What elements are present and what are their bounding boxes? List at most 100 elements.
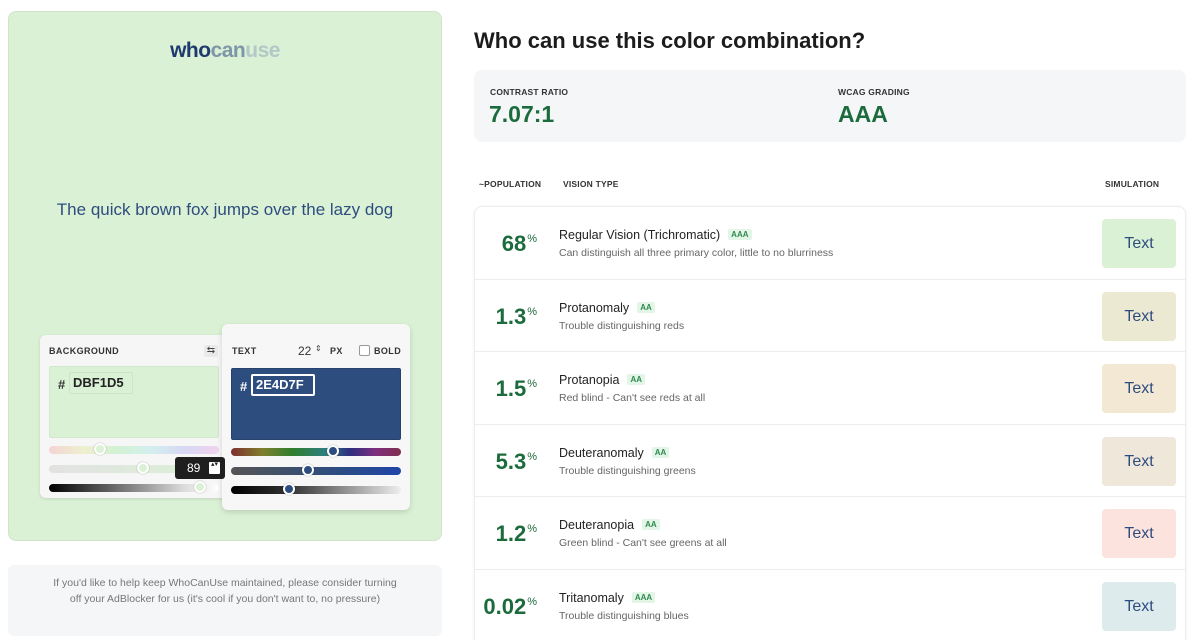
wcag-grade-badge: AA — [627, 374, 646, 385]
contrast-summary: CONTRAST RATIO 7.07:1 WCAG GRADING AAA — [474, 70, 1186, 142]
logo[interactable]: whocanuse — [9, 39, 441, 63]
lightness-slider-thumb[interactable] — [194, 481, 207, 493]
background-hue-slider[interactable] — [49, 443, 219, 455]
population-value: 1.3 — [495, 303, 527, 329]
vision-type-title: Tritanomaly — [559, 590, 624, 605]
page-title: Who can use this color combination? — [474, 28, 866, 53]
vision-type-column-header: VISION TYPE — [563, 179, 619, 189]
vision-type-row: 1.3% Protanomaly AA Trouble distinguishing … — [475, 280, 1185, 352]
stepper-icon[interactable]: ▴▾ — [209, 461, 220, 474]
percent-symbol: % — [527, 305, 537, 318]
population-value: 5.3 — [495, 448, 527, 474]
background-label: BACKGROUND — [49, 346, 119, 356]
vision-type-description: Trouble distinguishing blues — [559, 609, 689, 622]
vision-type-title: Regular Vision (Trichromatic) — [559, 228, 721, 242]
lightness-slider-thumb[interactable] — [282, 483, 295, 495]
wcag-grade-badge: AA — [651, 446, 670, 458]
vision-type-list: 68% Regular Vision (Trichromatic) AAA Can d… — [474, 206, 1186, 640]
logo-use: use — [245, 39, 280, 62]
simulation-preview: Text — [1102, 364, 1176, 413]
text-color-card: TEXT 22 ⇕ PX BOLD # 2E4D7F — [222, 324, 410, 510]
vision-type-name: Protanopia AA — [559, 373, 646, 387]
wcag-grade-badge: AAA — [728, 229, 752, 240]
logo-can: can — [210, 39, 246, 62]
hue-slider-thumb[interactable] — [327, 445, 339, 457]
population-value: 1.5 — [495, 376, 527, 401]
population-percentage: 68% — [502, 231, 537, 257]
population-percentage: 1.3% — [496, 304, 537, 330]
vision-type-title: Protanomaly — [559, 300, 630, 315]
wcag-grade-badge: AAA — [631, 591, 656, 603]
background-lightness-slider[interactable] — [49, 481, 219, 493]
wcag-grade-badge: AA — [642, 519, 660, 530]
simulation-preview: Text — [1102, 219, 1176, 268]
population-column-header: ~POPULATION — [479, 179, 542, 189]
vision-type-description: Can distinguish all three primary color,… — [559, 247, 834, 259]
population-value: 1.2 — [495, 521, 527, 546]
simulation-preview: Text — [1102, 436, 1176, 486]
vision-type-name: Protanomaly AA — [559, 301, 655, 315]
text-lightness-slider[interactable] — [231, 483, 401, 495]
simulation-preview: Text — [1102, 581, 1176, 631]
simulation-preview: Text — [1102, 509, 1176, 558]
population-percentage: 1.2% — [496, 521, 537, 547]
wcag-grading-value: AAA — [838, 101, 888, 127]
contrast-ratio-label: CONTRAST RATIO — [490, 87, 569, 97]
text-hex-input[interactable]: 2E4D7F — [251, 374, 315, 396]
vision-type-row: 1.5% Protanopia AA Red blind - Can't see re… — [475, 352, 1185, 425]
vision-type-row: 68% Regular Vision (Trichromatic) AAA Can d… — [475, 207, 1185, 280]
background-swatch: # DBF1D5 — [49, 366, 219, 438]
vision-type-name: Regular Vision (Trichromatic) AAA — [559, 228, 752, 242]
percent-symbol: % — [527, 378, 537, 390]
px-label: PX — [330, 346, 343, 356]
contrast-ratio-value: 7.07:1 — [489, 101, 555, 127]
simulation-column-header: SIMULATION — [1105, 179, 1160, 189]
sample-text: The quick brown fox jumps over the lazy … — [56, 200, 394, 219]
background-hex-input[interactable]: DBF1D5 — [69, 372, 133, 394]
vision-type-description: Green blind - Can't see greens at all — [559, 537, 727, 549]
app-root: whocanuse The quick brown fox jumps over… — [0, 0, 1200, 640]
population-percentage: 1.5% — [496, 376, 537, 402]
percent-symbol: % — [527, 233, 537, 245]
text-label: TEXT — [232, 346, 257, 356]
population-percentage: 0.02% — [483, 594, 537, 620]
lightness-value: 89 — [187, 461, 201, 475]
vision-type-name: Tritanomaly AAA — [559, 590, 656, 605]
percent-symbol: % — [527, 595, 537, 608]
font-size-input[interactable]: 22 — [298, 344, 311, 358]
vision-type-name: Deuteranopia AA — [559, 518, 660, 532]
vision-type-row: 0.02% Tritanomaly AAA Trouble distinguishin… — [475, 570, 1185, 640]
vision-type-row: 1.2% Deuteranopia AA Green blind - Can't se… — [475, 497, 1185, 570]
vision-type-title: Protanopia — [559, 373, 620, 387]
text-saturation-slider[interactable] — [231, 464, 401, 476]
simulation-preview: Text — [1102, 291, 1176, 341]
adblocker-note: If you'd like to help keep WhoCanUse mai… — [8, 565, 442, 636]
vision-type-row: 5.3% Deuteranomaly AA Trouble distinguishin… — [475, 425, 1185, 497]
percent-symbol: % — [527, 523, 537, 535]
wcag-grading-label: WCAG GRADING — [838, 87, 910, 97]
lightness-value-input[interactable]: 89 ▴▾ — [175, 457, 225, 479]
wcag-grade-badge: AA — [637, 301, 655, 313]
hash-symbol: # — [240, 379, 248, 394]
saturation-slider-thumb[interactable] — [136, 462, 149, 474]
vision-type-name: Deuteranomaly AA — [559, 445, 670, 460]
swap-colors-icon[interactable]: ⇆ — [204, 345, 218, 357]
population-value: 0.02 — [483, 593, 527, 619]
text-swatch: # 2E4D7F — [231, 368, 401, 440]
text-hue-slider[interactable] — [231, 445, 401, 457]
vision-type-description: Trouble distinguishing greens — [559, 464, 696, 477]
hash-symbol: # — [58, 377, 66, 392]
vision-type-title: Deuteranopia — [559, 518, 635, 532]
percent-symbol: % — [527, 450, 537, 463]
vision-type-description: Trouble distinguishing reds — [559, 319, 685, 332]
population-percentage: 5.3% — [496, 449, 537, 475]
bold-checkbox[interactable] — [359, 345, 370, 356]
logo-who: who — [170, 39, 211, 62]
saturation-slider-thumb[interactable] — [301, 464, 314, 476]
hue-slider-thumb[interactable] — [94, 443, 106, 455]
vision-type-title: Deuteranomaly — [559, 445, 644, 460]
font-size-stepper-icon[interactable]: ⇕ — [315, 344, 322, 353]
vision-type-description: Red blind - Can't see reds at all — [559, 392, 706, 404]
population-value: 68 — [501, 231, 527, 256]
bold-label: BOLD — [374, 346, 402, 356]
